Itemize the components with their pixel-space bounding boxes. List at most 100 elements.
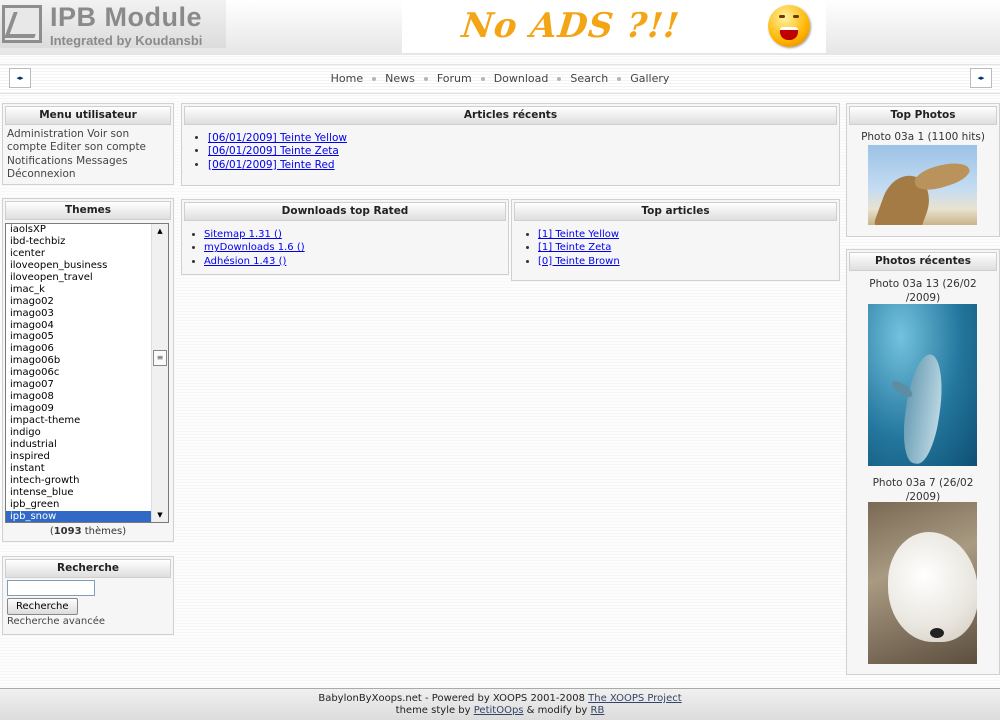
theme-option[interactable]: imago09 <box>6 403 168 415</box>
nav-forum[interactable]: Forum <box>437 72 472 85</box>
nav-download[interactable]: Download <box>494 72 549 85</box>
search-block: Recherche Recherche Recherche avancée <box>2 556 174 635</box>
article-link[interactable]: [1] Teinte Zeta <box>538 242 611 253</box>
scroll-up-icon[interactable]: ▲ <box>153 224 167 238</box>
theme-option[interactable]: imago02 <box>6 296 168 308</box>
list-item: [06/01/2009] Teinte Zeta <box>208 145 839 158</box>
article-link[interactable]: [1] Teinte Yellow <box>538 229 619 240</box>
list-item: Adhésion 1.43 () <box>204 255 508 268</box>
bullet-icon <box>480 77 485 81</box>
themes-count: (1093 thèmes) <box>49 526 127 537</box>
theme-option[interactable]: imago04 <box>6 320 168 332</box>
theme-option[interactable]: industrial <box>6 439 168 451</box>
recent-photo-caption[interactable]: Photo 03a 7 (26/02 /2009) <box>848 476 998 504</box>
theme-option[interactable]: ipb_green <box>6 499 168 511</box>
main-nav: ◂▸ Home News Forum Download Search Gallery ◂▸ <box>0 64 1000 94</box>
search-button[interactable]: Recherche <box>7 598 78 615</box>
theme-option[interactable]: imago06 <box>6 343 168 355</box>
theme-option[interactable]: icenter <box>6 248 168 260</box>
themes-scrollbar[interactable]: ▲ ≡ ▼ <box>151 224 168 522</box>
user-menu-block: Menu utilisateur Administration Voir son… <box>2 103 174 185</box>
theme-option[interactable]: ibd-techbiz <box>6 236 168 248</box>
shouting-smiley-icon <box>768 5 810 47</box>
list-item: [1] Teinte Zeta <box>538 241 839 254</box>
themes-title: Themes <box>5 201 171 220</box>
link-notifications[interactable]: Notifications <box>7 155 73 167</box>
theme-option[interactable]: instant <box>6 463 168 475</box>
advanced-search-link[interactable]: Recherche avancée <box>7 616 105 627</box>
theme-option[interactable]: imago08 <box>6 391 168 403</box>
petitoops-link[interactable]: PetitOOps <box>474 705 524 716</box>
bullet-icon <box>617 77 622 81</box>
bear-body-shape <box>888 532 977 642</box>
link-deconnexion[interactable]: Déconnexion <box>7 168 76 180</box>
polar-bear-photo[interactable] <box>868 502 977 664</box>
recent-photo-caption[interactable]: Photo 03a 13 (26/02 /2009) <box>848 277 998 305</box>
nav-right-arrow-icon[interactable]: ◂▸ <box>970 68 992 88</box>
top-photos-title: Top Photos <box>849 106 997 125</box>
link-editer-compte[interactable]: Editer son compte <box>50 141 146 153</box>
top-articles-list: [1] Teinte Yellow [1] Teinte Zeta [0] Te… <box>512 228 839 268</box>
theme-option[interactable]: impact-theme <box>6 415 168 427</box>
logo-mark-icon <box>2 5 42 43</box>
banner-text: No ADS ?!! <box>459 6 682 46</box>
bullet-icon <box>423 77 428 81</box>
link-messages[interactable]: Messages <box>76 155 128 167</box>
search-content: Recherche Recherche avancée <box>3 578 173 631</box>
theme-option[interactable]: iloveopen_business <box>6 260 168 272</box>
list-item: [0] Teinte Brown <box>538 255 839 268</box>
top-photo-caption[interactable]: Photo 03a 1 (1100 hits) <box>847 131 999 143</box>
site-logo[interactable]: IPB Module Integrated by Koudansbi <box>0 0 226 48</box>
theme-option[interactable]: intense_blue <box>6 487 168 499</box>
recent-photos-title: Photos récentes <box>849 252 997 271</box>
theme-option[interactable]: imago06b <box>6 355 168 367</box>
article-link[interactable]: [06/01/2009] Teinte Zeta <box>208 145 339 157</box>
user-menu-title: Menu utilisateur <box>5 106 171 125</box>
nav-home[interactable]: Home <box>331 72 363 85</box>
xoops-project-link[interactable]: The XOOPS Project <box>588 693 682 704</box>
nav-search[interactable]: Search <box>570 72 608 85</box>
rb-link[interactable]: RB <box>591 705 605 716</box>
theme-option[interactable]: intech-growth <box>6 475 168 487</box>
theme-option[interactable]: inspired <box>6 451 168 463</box>
article-link[interactable]: [06/01/2009] Teinte Red <box>208 159 335 171</box>
search-input[interactable] <box>7 580 95 596</box>
link-administration[interactable]: Administration <box>7 128 84 140</box>
theme-option[interactable]: imago06c <box>6 367 168 379</box>
article-link[interactable]: [06/01/2009] Teinte Yellow <box>208 132 347 144</box>
themes-count-value: 1093 <box>53 526 82 537</box>
ad-banner[interactable]: No ADS ?!! <box>402 0 826 53</box>
theme-option[interactable]: imago05 <box>6 331 168 343</box>
theme-option[interactable]: iloveopen_travel <box>6 272 168 284</box>
theme-option[interactable]: indigo <box>6 427 168 439</box>
download-link[interactable]: Adhésion 1.43 () <box>204 256 286 267</box>
recent-articles-block: Articles récents [06/01/2009] Teinte Yel… <box>181 103 840 186</box>
theme-option[interactable]: imago07 <box>6 379 168 391</box>
theme-option[interactable]: imago03 <box>6 308 168 320</box>
theme-option[interactable]: ipb_snow <box>6 510 168 522</box>
nav-gallery[interactable]: Gallery <box>630 72 669 85</box>
scroll-thumb[interactable]: ≡ <box>153 350 167 366</box>
themes-options: iaolsXP ibd-techbiz icenter iloveopen_busin… <box>6 224 168 522</box>
nav-news[interactable]: News <box>385 72 415 85</box>
footer-line-1: BabylonByXoops.net - Powered by XOOPS 20… <box>318 693 682 704</box>
bullet-icon <box>372 77 377 81</box>
download-link[interactable]: Sitemap 1.31 () <box>204 229 282 240</box>
article-link[interactable]: [0] Teinte Brown <box>538 256 620 267</box>
downloads-title: Downloads top Rated <box>184 202 506 221</box>
dolphin-photo[interactable] <box>868 304 977 466</box>
camel-photo[interactable] <box>868 145 977 225</box>
themes-select[interactable]: iaolsXP ibd-techbiz icenter iloveopen_busin… <box>5 223 169 523</box>
top-articles-block: Top articles [1] Teinte Yellow [1] Teint… <box>511 199 840 281</box>
recent-articles-list: [06/01/2009] Teinte Yellow [06/01/2009] … <box>182 132 839 172</box>
logo-title: IPB Module <box>50 2 202 32</box>
bullet-icon <box>557 77 562 81</box>
scroll-down-icon[interactable]: ▼ <box>153 508 167 522</box>
download-link[interactable]: myDownloads 1.6 () <box>204 242 305 253</box>
recent-articles-title: Articles récents <box>184 106 837 125</box>
header: IPB Module Integrated by Koudansbi No AD… <box>0 0 1000 55</box>
theme-option[interactable]: imac_k <box>6 284 168 296</box>
list-item: Sitemap 1.31 () <box>204 228 508 241</box>
theme-option[interactable]: iaolsXP <box>6 224 168 236</box>
search-title: Recherche <box>5 559 171 578</box>
